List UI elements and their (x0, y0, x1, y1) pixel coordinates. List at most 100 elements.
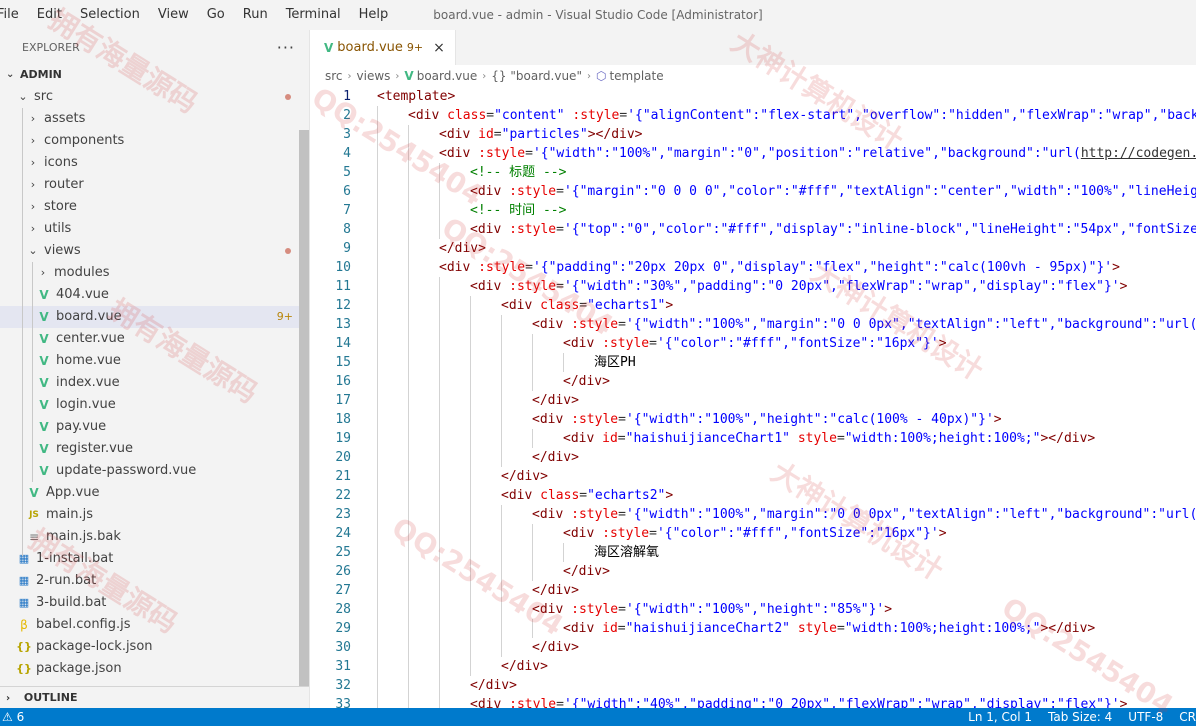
menu-item-terminal[interactable]: Terminal (277, 0, 350, 30)
tree-item-label: modules (54, 265, 110, 280)
menu-item-file[interactable]: File (0, 0, 28, 30)
tree-item[interactable]: {} package.json (0, 658, 309, 680)
code-editor[interactable]: 1 <template> 2 <div class="content" :style=… (310, 87, 1196, 708)
tree-item[interactable]: Vupdate-password.vue (0, 460, 309, 482)
code-line: 7 <!-- 时间 --> (310, 201, 1196, 220)
indent-guide (439, 619, 440, 638)
explorer-title: EXPLORER (22, 40, 80, 54)
breadcrumb-item[interactable]: template (609, 69, 663, 83)
tree-item[interactable]: JS main.js (0, 504, 309, 526)
tree-item[interactable]: {} package-lock.json (0, 636, 309, 658)
indent-guide (408, 239, 409, 258)
code-text: <div id="particles"></div> (439, 127, 643, 142)
tree-item[interactable]: › components (0, 130, 309, 152)
vue-file-icon: V (39, 332, 49, 346)
outline-section[interactable]: › OUTLINE (0, 686, 309, 708)
close-icon[interactable]: × (433, 40, 445, 56)
more-actions-icon[interactable]: ··· (277, 38, 295, 57)
tree-item[interactable]: Vboard.vue 9+ (0, 306, 309, 328)
tree-item[interactable]: ≡ main.js.bak (0, 526, 309, 548)
menu-item-go[interactable]: Go (198, 0, 234, 30)
tree-item[interactable]: Vhome.vue (0, 350, 309, 372)
menu-item-edit[interactable]: Edit (28, 0, 71, 30)
indent-guide (377, 581, 378, 600)
indent-guide (501, 372, 502, 391)
tab-board-vue[interactable]: V board.vue 9+ × (310, 30, 456, 65)
line-number: 32 (335, 678, 351, 693)
tree-item[interactable]: ▦ 1-install.bat (0, 548, 309, 570)
eol[interactable]: CR (1179, 710, 1196, 724)
code-line: 13 <div :style='{"width":"100%","margin":… (310, 315, 1196, 334)
tree-item[interactable]: › icons (0, 152, 309, 174)
menu-item-help[interactable]: Help (350, 0, 398, 30)
tree-item[interactable]: Vlogin.vue (0, 394, 309, 416)
chevron-down-icon: ⌄ (28, 244, 38, 257)
tree-item-label: 3-build.bat (36, 595, 107, 610)
code-text: </div> (439, 241, 486, 256)
indent-guide (408, 144, 409, 163)
indent-guide (470, 524, 471, 543)
encoding[interactable]: UTF-8 (1128, 710, 1163, 724)
line-number: 21 (335, 469, 351, 484)
indent-guide (408, 467, 409, 486)
cursor-position[interactable]: Ln 1, Col 1 (968, 710, 1032, 724)
modified-dot (285, 94, 291, 100)
menu-item-view[interactable]: View (149, 0, 198, 30)
bak-file-icon: ≡ (28, 530, 40, 544)
tree-item-label: views (44, 243, 81, 258)
breadcrumb-item[interactable]: src (325, 69, 343, 83)
indent-guide (439, 163, 440, 182)
code-text: </div> (563, 374, 610, 389)
breadcrumb-item[interactable]: board.vue (417, 69, 478, 83)
indent-guide (470, 562, 471, 581)
indent-guide (470, 619, 471, 638)
indent-guide (563, 543, 564, 562)
breadcrumb-item[interactable]: {} "board.vue" (491, 69, 582, 83)
line-number: 19 (335, 431, 351, 446)
indent-guide (377, 657, 378, 676)
tree-item[interactable]: Vregister.vue (0, 438, 309, 460)
chevron-right-icon: › (347, 70, 352, 82)
indent-guide (439, 695, 440, 708)
code-line: 9 </div> (310, 239, 1196, 258)
tree-item[interactable]: Vindex.vue (0, 372, 309, 394)
tree-item[interactable]: ▦ 2-run.bat (0, 570, 309, 592)
tree-item[interactable]: β babel.config.js (0, 614, 309, 636)
indent-guide (470, 657, 471, 676)
sidebar-scrollbar[interactable] (299, 130, 309, 686)
indent-guide (408, 372, 409, 391)
indent-guide (22, 108, 23, 556)
indent-guide (501, 353, 502, 372)
breadcrumb-item[interactable]: views (357, 69, 391, 83)
code-text: <!-- 标题 --> (470, 165, 567, 180)
tree-item[interactable]: Vpay.vue (0, 416, 309, 438)
indent-guide (408, 676, 409, 695)
tree-item[interactable]: › router (0, 174, 309, 196)
tree-item-label: center.vue (56, 331, 125, 346)
tree-item[interactable]: ⌄ src (0, 86, 309, 108)
tree-item[interactable]: Vcenter.vue (0, 328, 309, 350)
problems-status[interactable]: ⚠ 6 (0, 710, 24, 724)
menu-item-selection[interactable]: Selection (71, 0, 149, 30)
indent-guide (408, 315, 409, 334)
indent-guide (408, 182, 409, 201)
code-line: 30 </div> (310, 638, 1196, 657)
tree-item-label: package.json (36, 661, 122, 676)
tree-item[interactable]: V 404.vue (0, 284, 309, 306)
indent-guide (377, 486, 378, 505)
indent-guide (408, 695, 409, 708)
tab-size[interactable]: Tab Size: 4 (1048, 710, 1112, 724)
tree-item[interactable]: ⌄ views (0, 240, 309, 262)
tree-item[interactable]: › assets (0, 108, 309, 130)
tree-item[interactable]: V App.vue (0, 482, 309, 504)
tree-item[interactable]: ▦ 3-build.bat (0, 592, 309, 614)
code-line: 31 </div> (310, 657, 1196, 676)
tree-item[interactable]: › store (0, 196, 309, 218)
menu-item-run[interactable]: Run (234, 0, 277, 30)
code-text: <div :style='{"width":"40%","padding":"0… (470, 697, 1128, 708)
code-line: 11 <div :style='{"width":"30%","padding":… (310, 277, 1196, 296)
indent-guide (501, 524, 502, 543)
workspace-root[interactable]: ⌄ ADMIN (0, 64, 309, 86)
tree-item[interactable]: › utils (0, 218, 309, 240)
tree-item[interactable]: › modules (0, 262, 309, 284)
